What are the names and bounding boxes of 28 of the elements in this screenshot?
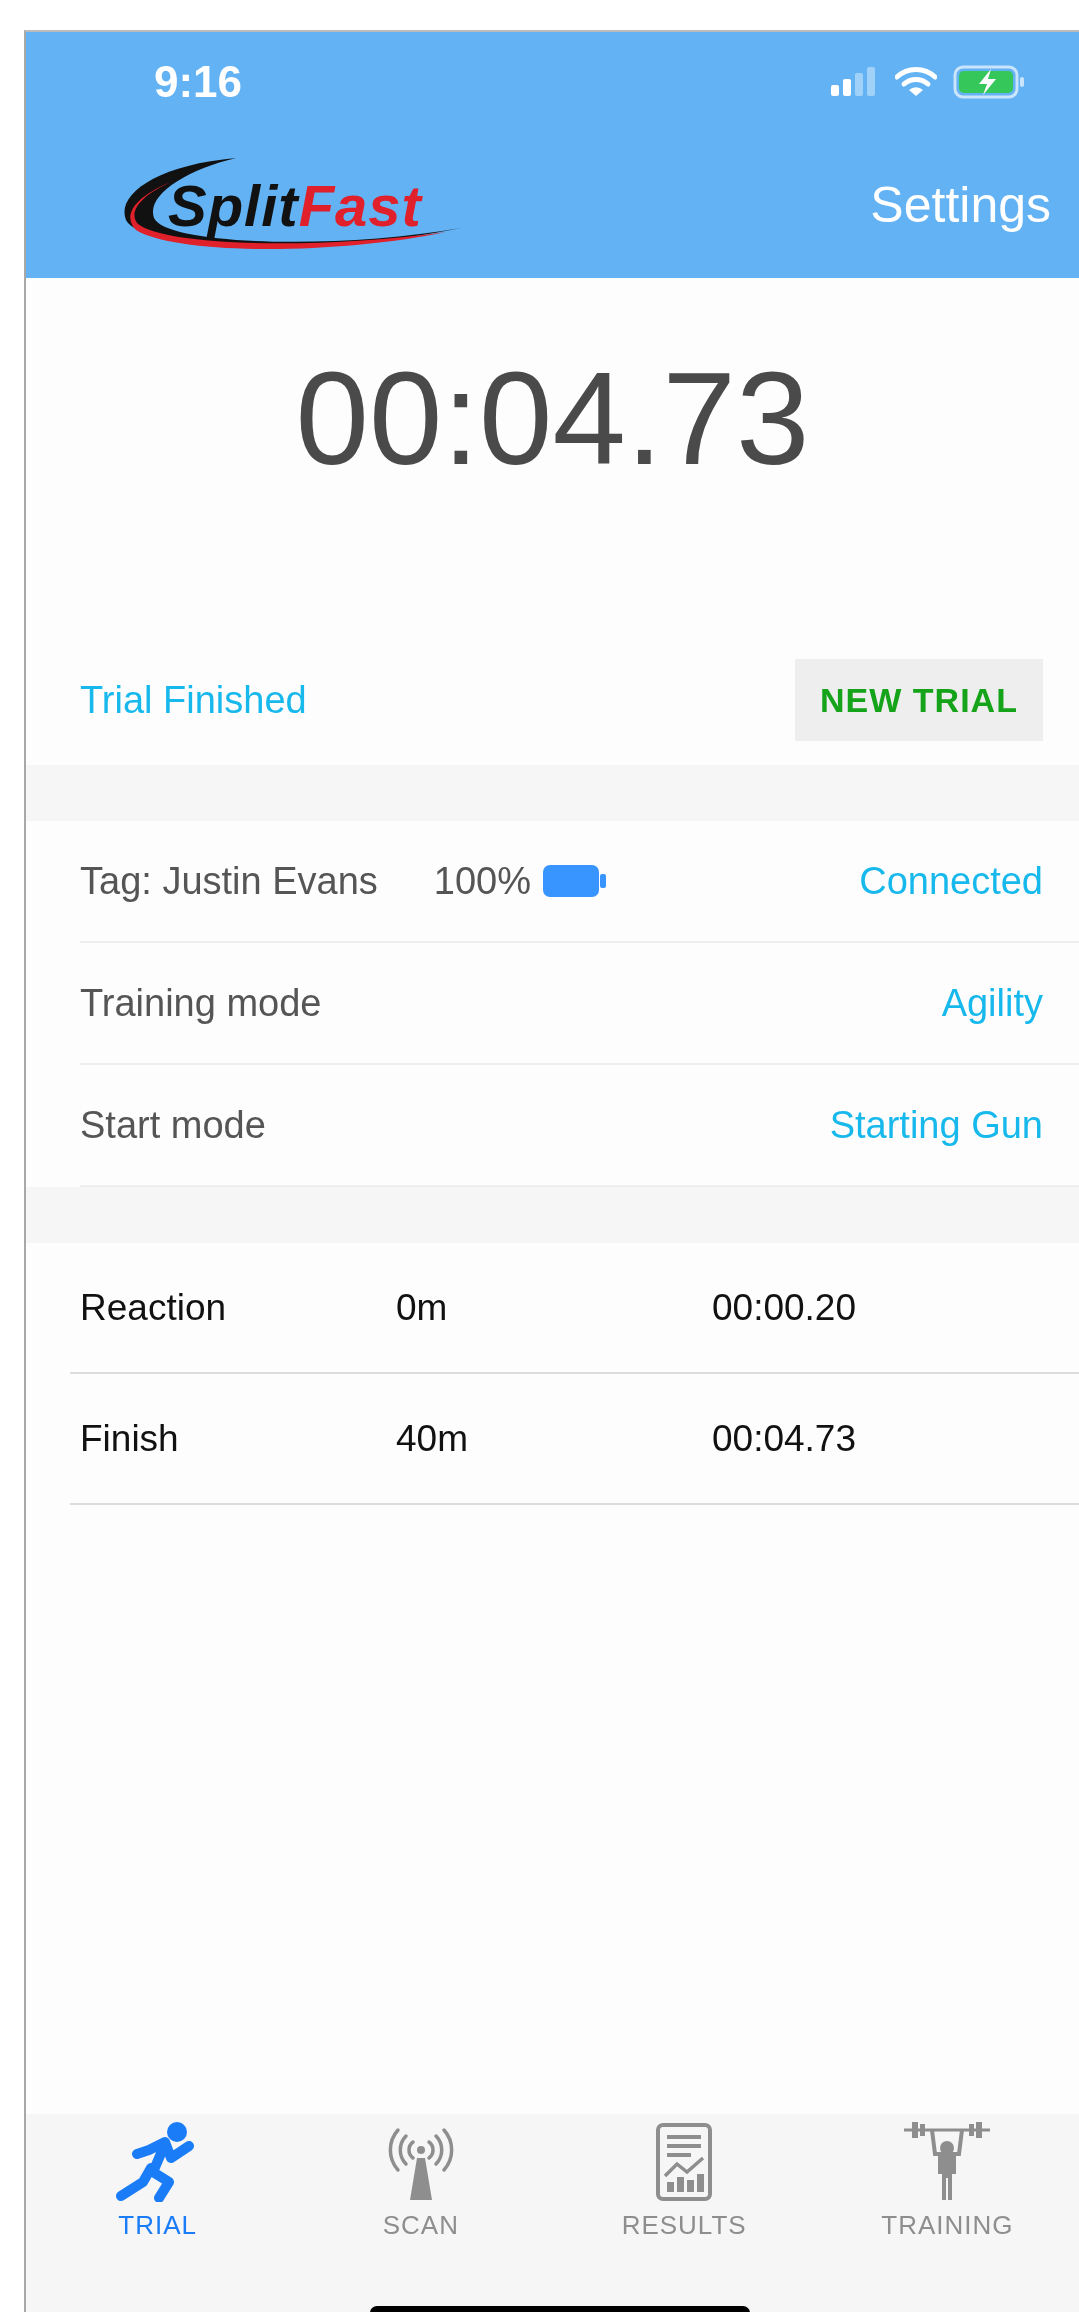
split-distance: 0m <box>396 1286 449 1329</box>
weightlifter-icon <box>902 2122 993 2202</box>
battery-percent: 100% <box>433 859 532 903</box>
wifi-icon <box>895 66 937 98</box>
split-time: 00:04.73 <box>712 1417 857 1460</box>
tab[interactable]: TRAINING <box>815 2122 1079 2241</box>
row-value[interactable]: Connected <box>859 859 1043 903</box>
row-label: Tag: Justin Evans <box>80 859 378 903</box>
row-label: Start mode <box>80 1103 266 1147</box>
status-time: 9:16 <box>154 57 243 107</box>
tab[interactable]: SCAN <box>289 2122 553 2241</box>
tab[interactable]: RESULTS <box>552 2122 816 2241</box>
tab[interactable]: TRIAL <box>26 2122 290 2241</box>
new-trial-button[interactable]: NEW TRIAL <box>795 659 1043 742</box>
split-name: Reaction <box>79 1286 228 1329</box>
split-distance: 40m <box>396 1417 469 1460</box>
row-label: Training mode <box>80 981 322 1025</box>
battery-icon <box>543 864 608 899</box>
battery-charging-icon <box>953 65 1027 99</box>
split-time: 00:00.20 <box>712 1286 857 1329</box>
row-value[interactable]: Agility <box>941 981 1043 1025</box>
settings-button[interactable]: Settings <box>862 176 1059 234</box>
timer-display: 00:04.73 <box>294 346 811 492</box>
row-value[interactable]: Starting Gun <box>829 1103 1043 1147</box>
report-chart-icon <box>655 2122 714 2202</box>
logo-text: SplitFast <box>168 172 422 239</box>
trial-status: Trial Finished <box>80 678 307 722</box>
split-name: Finish <box>79 1417 180 1460</box>
